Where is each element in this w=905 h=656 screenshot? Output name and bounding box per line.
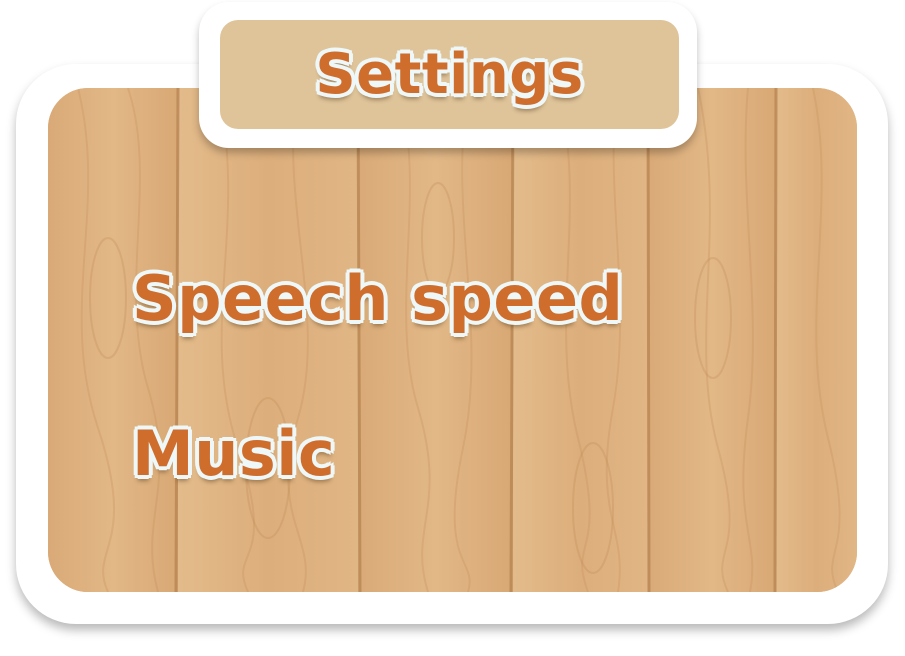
settings-screen: Speech speed Music Settings <box>0 0 905 656</box>
settings-title-plate: Settings <box>220 20 679 129</box>
settings-title: Settings <box>315 41 584 107</box>
music-label: Music <box>132 417 336 490</box>
wood-plank-background: Speech speed Music <box>48 88 857 592</box>
speech-speed-label: Speech speed <box>132 262 624 335</box>
wood-texture <box>48 88 857 592</box>
settings-title-tab: Settings <box>199 2 697 148</box>
